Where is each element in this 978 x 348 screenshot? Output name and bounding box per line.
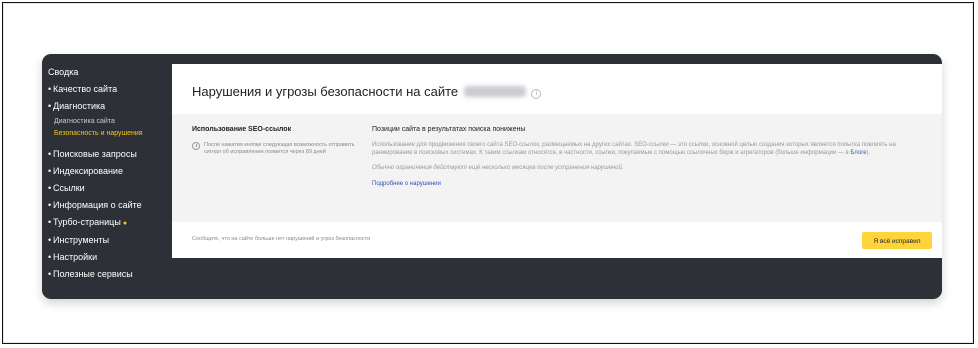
main-content: Нарушения и угрозы безопасности на сайте…	[172, 64, 942, 258]
sidebar-item-label: Инструменты	[53, 234, 110, 245]
issue-title: Использование SEO-ссылок	[192, 126, 292, 133]
sidebar-item-site-quality[interactable]: • Качество сайта	[42, 81, 172, 98]
info-icon[interactable]: i	[531, 89, 542, 99]
sidebar-subitem-security[interactable]: Безопасность и нарушения	[42, 128, 172, 140]
sidebar-item-summary[interactable]: Сводка	[42, 64, 172, 81]
sidebar-item-label: Поисковые запросы	[53, 148, 137, 159]
detail-text-body: Использование для продвижения своего сай…	[372, 142, 896, 156]
issue-note-text: После нажатия кнопки следующая возможнос…	[204, 142, 355, 155]
page-title-row: Нарушения и угрозы безопасности на сайте…	[192, 84, 542, 99]
sidebar-item-useful-services[interactable]: • Полезные сервисы	[42, 266, 172, 283]
sidebar-item-diagnostics[interactable]: • Диагностика	[42, 98, 172, 115]
sidebar-item-label: Информация о сайте	[53, 200, 142, 211]
sidebar-item-tools[interactable]: • Инструменты	[42, 232, 172, 249]
sidebar-item-site-info[interactable]: • Информация о сайте	[42, 197, 172, 214]
clock-icon	[192, 142, 200, 150]
sidebar-item-indexing[interactable]: • Индексирование	[42, 163, 172, 180]
sidebar: Сводка • Качество сайта • Диагностика Диаг…	[42, 64, 172, 283]
issue-note: После нажатия кнопки следующая возможнос…	[192, 142, 362, 156]
detail-column: Позиции сайта в результатах поиска пониж…	[372, 126, 920, 187]
sidebar-item-links[interactable]: • Ссылки	[42, 180, 172, 197]
sidebar-item-search-queries[interactable]: • Поисковые запросы	[42, 146, 172, 163]
detail-text: Использование для продвижения своего сай…	[372, 141, 920, 157]
sidebar-item-label: Качество сайта	[53, 84, 118, 95]
screenshot-frame: Сводка • Качество сайта • Диагностика Диаг…	[2, 2, 974, 344]
restriction-note: Обычно ограничения действуют ещё несколь…	[372, 165, 624, 171]
issue-column: Использование SEO-ссылок После нажатия к…	[192, 126, 362, 156]
sidebar-item-label: Сводка	[48, 67, 79, 77]
more-about-violation-link[interactable]: Подробнее о нарушении	[372, 181, 920, 187]
detail-title: Позиции сайта в результатах поиска пониж…	[372, 126, 526, 133]
sidebar-item-settings[interactable]: • Настройки	[42, 249, 172, 266]
fixed-button[interactable]: Я всё исправил	[862, 232, 932, 249]
new-indicator-icon: ●	[122, 220, 128, 228]
sidebar-item-label: Диагностика	[53, 101, 106, 112]
page-title: Нарушения и угрозы безопасности на сайте	[192, 84, 459, 99]
footer-note: Сообщите, что на сайте больше нет наруше…	[192, 236, 371, 242]
sidebar-item-label: Настройки	[53, 251, 98, 262]
webmaster-window: Сводка • Качество сайта • Диагностика Диаг…	[42, 54, 942, 299]
detail-text-end: ).	[866, 150, 871, 156]
blurred-domain	[463, 86, 526, 97]
sidebar-subitem-site-diagnostics[interactable]: Диагностика сайта	[42, 116, 172, 128]
sidebar-item-label: Полезные сервисы	[53, 268, 133, 279]
blog-link[interactable]: Блоге	[850, 150, 866, 156]
sidebar-item-turbo-pages[interactable]: • Турбо-страницы ●	[42, 214, 172, 231]
sidebar-item-label: Индексирование	[53, 165, 123, 176]
violation-panel: Использование SEO-ссылок После нажатия к…	[172, 114, 942, 222]
sidebar-item-label: Ссылки	[53, 182, 85, 193]
sidebar-item-label: Турбо-страницы	[53, 217, 121, 228]
